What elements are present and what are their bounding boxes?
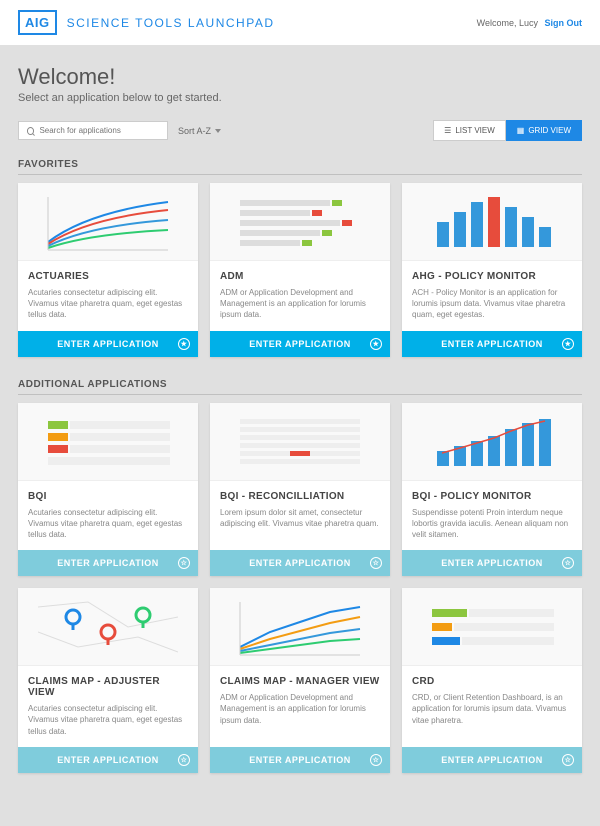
card-title: CRD — [412, 676, 572, 687]
app-card: CLAIMS MAP - ADJUSTER VIEW Acutaries con… — [18, 588, 198, 773]
app-card: BQI - POLICY MONITOR Suspendisse potenti… — [402, 403, 582, 577]
enter-application-button[interactable]: ENTER APPLICATION☆ — [210, 550, 390, 576]
card-description: CRD, or Client Retention Dashboard, is a… — [412, 692, 572, 726]
card-title: CLAIMS MAP - MANAGER VIEW — [220, 676, 380, 687]
card-body: CLAIMS MAP - MANAGER VIEW ADM or Applica… — [210, 666, 390, 747]
card-thumbnail — [210, 588, 390, 666]
card-description: ADM or Application Development and Manag… — [220, 692, 380, 726]
card-title: BQI - RECONCILLIATION — [220, 491, 380, 502]
controls-left: Sort A-Z — [18, 121, 221, 140]
main-content: Welcome! Select an application below to … — [0, 46, 600, 826]
page-title: Welcome! — [18, 64, 582, 90]
star-icon[interactable]: ☆ — [178, 754, 190, 766]
list-view-button[interactable]: ☰ LIST VIEW — [433, 120, 506, 141]
star-icon[interactable]: ☆ — [370, 754, 382, 766]
star-icon[interactable]: ★ — [178, 338, 190, 350]
app-card: BQI - RECONCILLIATION Lorem ipsum dolor … — [210, 403, 390, 577]
card-body: BQI - RECONCILLIATION Lorem ipsum dolor … — [210, 481, 390, 551]
app-card: CRD CRD, or Client Retention Dashboard, … — [402, 588, 582, 773]
card-title: AHG - POLICY MONITOR — [412, 271, 572, 282]
star-icon[interactable]: ☆ — [370, 557, 382, 569]
card-body: CRD CRD, or Client Retention Dashboard, … — [402, 666, 582, 747]
app-card: ACTUARIES Acutaries consectetur adipisci… — [18, 183, 198, 357]
card-thumbnail — [402, 588, 582, 666]
enter-application-button[interactable]: ENTER APPLICATION☆ — [18, 550, 198, 576]
card-thumbnail — [402, 183, 582, 261]
card-body: AHG - POLICY MONITOR ACH - Policy Monito… — [402, 261, 582, 331]
card-body: CLAIMS MAP - ADJUSTER VIEW Acutaries con… — [18, 666, 198, 747]
card-title: BQI - POLICY MONITOR — [412, 491, 572, 502]
card-description: Suspendisse potenti Proin interdum neque… — [412, 507, 572, 541]
card-thumbnail — [18, 183, 198, 261]
app-card: BQI Acutaries consectetur adipiscing eli… — [18, 403, 198, 577]
enter-application-button[interactable]: ENTER APPLICATION☆ — [402, 550, 582, 576]
card-body: ACTUARIES Acutaries consectetur adipisci… — [18, 261, 198, 331]
app-card: ADM ADM or Application Development and M… — [210, 183, 390, 357]
star-icon[interactable]: ☆ — [562, 557, 574, 569]
additional-grid: BQI Acutaries consectetur adipiscing eli… — [18, 403, 582, 773]
card-title: ADM — [220, 271, 380, 282]
header-left: AIG SCIENCE TOOLS LAUNCHPAD — [18, 10, 275, 35]
enter-application-button[interactable]: ENTER APPLICATION☆ — [402, 747, 582, 773]
welcome-user: Welcome, Lucy — [477, 18, 538, 28]
favorites-heading: FAVORITES — [18, 159, 582, 175]
card-title: BQI — [28, 491, 188, 502]
card-description: Lorem ipsum dolor sit amet, consectetur … — [220, 507, 380, 529]
card-description: Acutaries consectetur adipiscing elit. V… — [28, 507, 188, 541]
card-thumbnail — [210, 183, 390, 261]
star-icon[interactable]: ★ — [562, 338, 574, 350]
header-right: Welcome, Lucy Sign Out — [477, 18, 582, 28]
app-card: AHG - POLICY MONITOR ACH - Policy Monito… — [402, 183, 582, 357]
card-thumbnail — [210, 403, 390, 481]
card-description: Acutaries consectetur adipiscing elit. V… — [28, 287, 188, 321]
enter-application-button[interactable]: ENTER APPLICATION★ — [402, 331, 582, 357]
list-icon: ☰ — [444, 126, 451, 135]
view-toggle: ☰ LIST VIEW ▦ GRID VIEW — [433, 120, 582, 141]
grid-view-button[interactable]: ▦ GRID VIEW — [506, 120, 582, 141]
page-subtitle: Select an application below to get start… — [18, 92, 582, 104]
search-icon — [27, 127, 34, 135]
app-header: AIG SCIENCE TOOLS LAUNCHPAD Welcome, Luc… — [0, 0, 600, 46]
card-thumbnail — [402, 403, 582, 481]
card-description: Acutaries consectetur adipiscing elit. V… — [28, 703, 188, 737]
brand-title: SCIENCE TOOLS LAUNCHPAD — [67, 16, 275, 30]
sort-dropdown[interactable]: Sort A-Z — [178, 126, 221, 136]
star-icon[interactable]: ☆ — [562, 754, 574, 766]
sort-label: Sort A-Z — [178, 126, 211, 136]
grid-icon: ▦ — [517, 126, 525, 135]
controls-bar: Sort A-Z ☰ LIST VIEW ▦ GRID VIEW — [18, 120, 582, 141]
card-title: CLAIMS MAP - ADJUSTER VIEW — [28, 676, 188, 698]
card-description: ACH - Policy Monitor is an application f… — [412, 287, 572, 321]
star-icon[interactable]: ★ — [370, 338, 382, 350]
search-input-wrapper[interactable] — [18, 121, 168, 140]
card-body: BQI Acutaries consectetur adipiscing eli… — [18, 481, 198, 551]
logo: AIG — [18, 10, 57, 35]
favorites-grid: ACTUARIES Acutaries consectetur adipisci… — [18, 183, 582, 357]
card-title: ACTUARIES — [28, 271, 188, 282]
additional-heading: ADDITIONAL APPLICATIONS — [18, 379, 582, 395]
card-thumbnail — [18, 588, 198, 666]
card-description: ADM or Application Development and Manag… — [220, 287, 380, 321]
card-body: BQI - POLICY MONITOR Suspendisse potenti… — [402, 481, 582, 551]
enter-application-button[interactable]: ENTER APPLICATION★ — [210, 331, 390, 357]
card-thumbnail — [18, 403, 198, 481]
chevron-down-icon — [215, 129, 221, 133]
search-input[interactable] — [39, 126, 159, 135]
enter-application-button[interactable]: ENTER APPLICATION★ — [18, 331, 198, 357]
app-card: CLAIMS MAP - MANAGER VIEW ADM or Applica… — [210, 588, 390, 773]
sign-out-link[interactable]: Sign Out — [545, 18, 583, 28]
star-icon[interactable]: ☆ — [178, 557, 190, 569]
card-body: ADM ADM or Application Development and M… — [210, 261, 390, 331]
enter-application-button[interactable]: ENTER APPLICATION☆ — [18, 747, 198, 773]
enter-application-button[interactable]: ENTER APPLICATION☆ — [210, 747, 390, 773]
